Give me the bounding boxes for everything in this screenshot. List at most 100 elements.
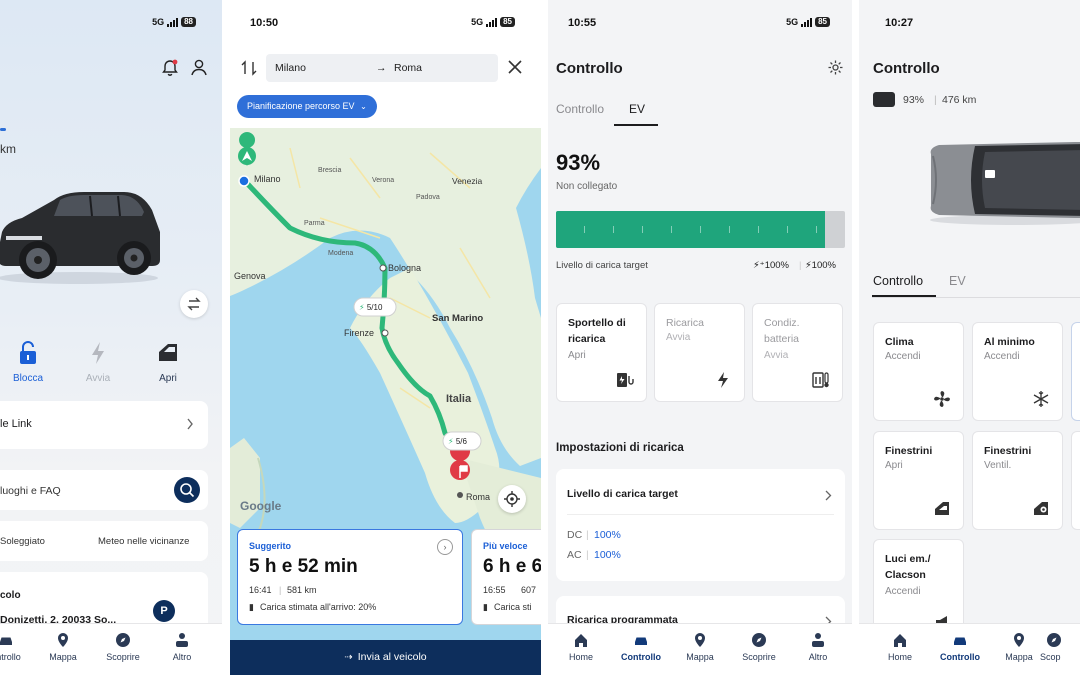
tile-subtitle: Avvia — [764, 350, 789, 361]
gear-icon[interactable] — [827, 59, 844, 76]
status-time: 10:50 — [250, 17, 279, 29]
tile-partial[interactable] — [1071, 322, 1080, 421]
destination-field[interactable]: Roma — [394, 62, 422, 74]
route-card-faster[interactable]: Più veloce 6 h e 6 16:55 607 ▮ Carica st… — [471, 529, 541, 625]
tab-ev[interactable]: EV — [629, 102, 645, 116]
tab-controllo[interactable]: Controllo — [611, 632, 671, 662]
city-label: Venezia — [452, 176, 483, 186]
charging-stop-label: 5/10 — [366, 303, 383, 312]
bottom-tab-bar: Home Controllo Mappa Scop — [859, 623, 1080, 675]
profile-icon[interactable] — [190, 58, 208, 78]
tile-title: Al minimo — [984, 336, 1035, 348]
tile-charging[interactable]: Ricarica Avvia — [654, 303, 745, 402]
faq-search-row[interactable]: luoghi e FAQ — [0, 470, 208, 510]
tile-windows-open[interactable]: Finestrini Apri — [873, 431, 964, 530]
origin-field[interactable]: Milano — [275, 62, 306, 74]
tile-subtitle: Ventil. — [984, 460, 1012, 471]
tab-label: Controllo — [940, 652, 980, 662]
car-send-icon: ⇢ — [344, 652, 353, 663]
search-button[interactable] — [174, 477, 200, 503]
compass-icon — [752, 633, 766, 647]
tab-mappa[interactable]: Mappa — [670, 632, 730, 662]
tab-controllo[interactable]: ontrollo — [0, 632, 36, 662]
nearby-weather-link[interactable]: Meteo nelle vicinanze — [98, 536, 189, 547]
city-label: Verona — [372, 177, 395, 184]
network-label: 5G — [471, 17, 484, 27]
tab-label: Home — [568, 652, 593, 662]
chevron-down-icon: ⌄ — [360, 102, 367, 111]
tab-label: Mappa — [49, 652, 77, 662]
tab-label: Mappa — [1005, 652, 1033, 662]
link-row[interactable]: le Link — [0, 401, 208, 449]
search-icon — [180, 483, 195, 498]
city-label: Firenze — [344, 328, 375, 338]
swap-direction-icon[interactable] — [240, 58, 258, 78]
tile-partial[interactable] — [1071, 431, 1080, 530]
car-icon — [0, 637, 12, 645]
battery-icon — [873, 92, 895, 107]
target-charge-card[interactable]: Livello di carica target DC | 100% AC | … — [556, 469, 845, 581]
city-label: Milano — [254, 174, 281, 184]
tab-mappa[interactable]: Mappa — [33, 632, 93, 662]
tile-climate[interactable]: Clima Accendi — [873, 322, 964, 421]
dc-value: 100% — [594, 529, 621, 541]
target-ac-value: 100% — [811, 260, 836, 271]
recenter-button[interactable] — [498, 485, 526, 513]
card-title: Livello di carica target — [567, 488, 678, 500]
google-logo: Google — [240, 499, 282, 513]
bell-icon[interactable] — [160, 58, 180, 78]
section-title: Impostazioni di ricarica — [556, 442, 684, 454]
city-label: Padova — [416, 194, 440, 201]
charging-stop-badge[interactable]: ⚡ 5/6 — [448, 437, 467, 446]
chevron-right-icon — [825, 490, 832, 501]
tab-controllo[interactable]: Controllo — [873, 274, 923, 288]
snowflake-icon — [1033, 391, 1049, 407]
battery-level-bar — [556, 211, 845, 248]
ac-label: AC — [567, 549, 582, 561]
tile-idle[interactable]: Al minimo Accendi — [972, 322, 1063, 421]
tab-altro[interactable]: Altro — [788, 632, 848, 662]
route-card-suggested[interactable]: Suggerito › 5 h e 52 min 16:41 | 581 km … — [237, 529, 463, 625]
city-label: Modena — [328, 250, 354, 257]
send-to-vehicle-button[interactable]: ⇢ Invia al veicolo — [230, 640, 541, 675]
tile-charge-port[interactable]: Sportello di ricarica Apri — [556, 303, 647, 402]
city-label: Genova — [234, 271, 266, 281]
page-title: Controllo — [556, 60, 623, 77]
tab-ev[interactable]: EV — [949, 274, 966, 288]
close-icon[interactable] — [507, 59, 523, 75]
lock-button[interactable]: Blocca — [8, 340, 48, 384]
separator: | — [799, 260, 802, 271]
route-input[interactable]: Milano → Roma — [266, 54, 498, 82]
tab-controllo[interactable]: Controllo — [930, 632, 990, 662]
tile-title: Ricarica — [666, 317, 704, 329]
separator: | — [279, 585, 282, 595]
tab-controllo[interactable]: Controllo — [556, 102, 604, 116]
tile-battery-conditioning[interactable]: Condiz. batteria Avvia — [752, 303, 843, 402]
ev-route-chip[interactable]: Pianificazione percorso EV ⌄ — [237, 95, 377, 118]
car-top-view-image — [930, 142, 1080, 225]
dc-label: DC — [567, 529, 583, 541]
city-label: Roma — [466, 492, 491, 502]
charge-port-icon — [617, 373, 634, 387]
range-bar — [0, 128, 6, 131]
swap-vehicle-button[interactable] — [180, 290, 208, 318]
tile-subtitle: Apri — [885, 460, 903, 471]
tab-home[interactable]: Home — [551, 632, 611, 662]
tab-scoprire[interactable]: Scoprire — [93, 632, 153, 662]
target-dc: ⚡⁺100% — [753, 260, 789, 271]
map-pin-icon — [58, 633, 68, 647]
charging-stop-badge[interactable]: ⚡ 5/10 — [359, 303, 382, 312]
tab-scoprire[interactable]: Scop — [1040, 632, 1080, 662]
weather-row[interactable]: Soleggiato Meteo nelle vicinanze — [0, 521, 208, 561]
tab-scoprire[interactable]: Scoprire — [729, 632, 789, 662]
tab-home[interactable]: Home — [870, 632, 930, 662]
open-button[interactable]: Apri — [148, 340, 188, 384]
start-button[interactable]: Avvia — [78, 340, 118, 384]
tile-windows-vent[interactable]: Finestrini Ventil. — [972, 431, 1063, 530]
tile-title: Finestrini — [984, 445, 1032, 457]
home-icon — [894, 634, 906, 647]
tab-label: Mappa — [686, 652, 714, 662]
chevron-right-icon[interactable]: › — [437, 539, 453, 555]
tab-altro[interactable]: Altro — [152, 632, 212, 662]
tile-subtitle: Accendi — [984, 351, 1020, 362]
